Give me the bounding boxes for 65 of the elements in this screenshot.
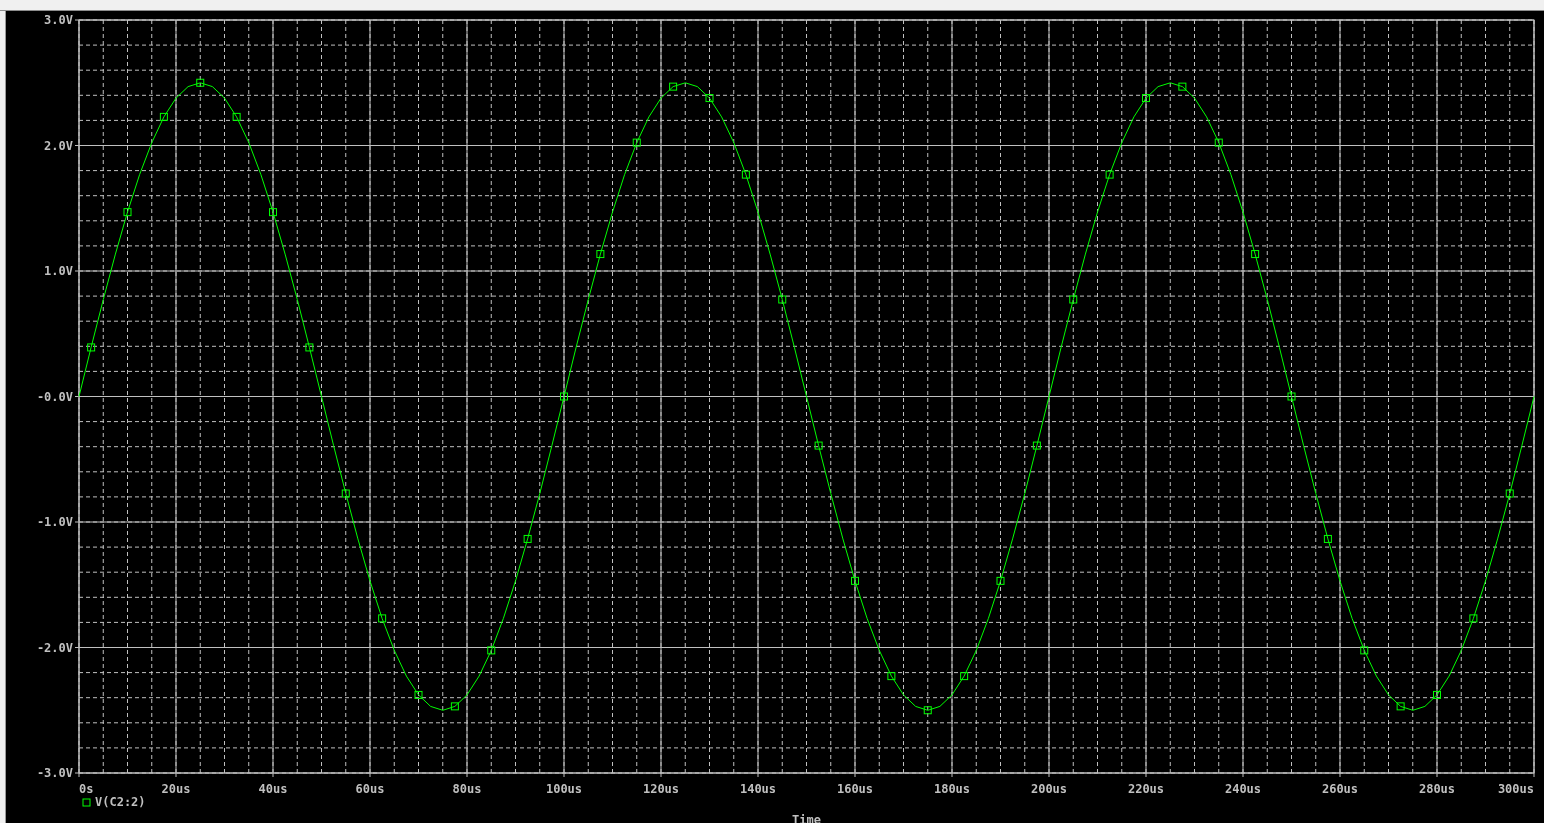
- data-marker-icon: [778, 295, 787, 304]
- legend-label: V(C2:2): [95, 795, 146, 809]
- data-marker-icon: [1505, 489, 1514, 498]
- data-marker-icon: [1105, 170, 1114, 179]
- data-marker-icon: [1142, 94, 1150, 103]
- axis-tick-label: 220us: [1127, 782, 1165, 796]
- data-marker-icon: [196, 78, 205, 87]
- axis-tick-label: 160us: [836, 782, 874, 796]
- axis-tick-label: -1.0V: [36, 515, 73, 529]
- data-marker-icon: [705, 94, 714, 103]
- axis-tick-label: -0.0V: [36, 389, 73, 404]
- data-marker-icon: [632, 138, 641, 147]
- data-marker-icon: [450, 702, 459, 711]
- axis-tick-label: 300us: [1497, 782, 1534, 796]
- data-marker-icon: [1469, 614, 1478, 623]
- data-marker-icon: [1032, 441, 1041, 450]
- data-marker-icon: [560, 392, 568, 401]
- axis-tick-label: 0s: [79, 782, 94, 796]
- data-marker-icon: [1251, 250, 1260, 259]
- data-marker-icon: [269, 208, 277, 217]
- axis-tick-label: 60us: [355, 782, 385, 796]
- data-marker-icon: [1069, 295, 1078, 304]
- data-marker-icon: [523, 534, 532, 543]
- data-marker-icon: [851, 576, 859, 585]
- axis-tick-label: 3.0V: [44, 13, 73, 27]
- data-marker-icon: [232, 112, 241, 121]
- data-marker-icon: [887, 672, 896, 681]
- data-marker-icon: [159, 112, 168, 121]
- axis-tick-label: 140us: [739, 782, 777, 796]
- data-marker-icon: [996, 576, 1005, 585]
- data-marker-icon: [1178, 82, 1187, 91]
- data-marker-icon: [669, 82, 678, 91]
- axis-tick-label: 2.0V: [44, 138, 73, 153]
- data-marker-icon: [814, 441, 823, 450]
- data-marker-icon: [1287, 392, 1296, 401]
- axis-tick-label: 80us: [452, 782, 482, 796]
- data-marker-icon: [87, 343, 96, 352]
- data-marker-icon: [741, 170, 750, 179]
- data-marker-icon: [1323, 534, 1332, 543]
- axis-tick-label: 120us: [642, 782, 680, 796]
- data-marker-icon: [487, 646, 496, 655]
- axis-tick-label: 20us: [161, 782, 191, 796]
- axis-tick-label: -2.0V: [36, 640, 73, 655]
- data-marker-icon: [123, 208, 132, 217]
- axis-tick-label: 200us: [1030, 782, 1068, 796]
- data-marker-icon: [596, 250, 605, 259]
- legend-marker-icon: [82, 798, 91, 807]
- data-marker-icon: [1396, 702, 1405, 711]
- data-marker-icon: [1214, 138, 1223, 147]
- axis-tick-label: 180us: [933, 782, 971, 796]
- data-marker-icon: [305, 343, 314, 352]
- axis-tick-label: 40us: [258, 782, 288, 796]
- data-marker-icon: [923, 706, 932, 715]
- data-marker-icon: [960, 672, 969, 681]
- data-marker-icon: [1433, 690, 1441, 699]
- data-marker-icon: [341, 489, 350, 498]
- data-marker-icon: [378, 614, 387, 623]
- data-marker-icon: [1360, 646, 1369, 655]
- axis-tick-label: 240us: [1224, 782, 1262, 796]
- axis-tick-label: -3.0V: [36, 766, 73, 780]
- axis-tick-label: 260us: [1321, 782, 1359, 796]
- axis-tick-label: 1.0V: [44, 264, 73, 278]
- data-marker-icon: [414, 690, 423, 699]
- axis-tick-label: 280us: [1418, 782, 1456, 796]
- axis-tick-label: 100us: [545, 782, 583, 796]
